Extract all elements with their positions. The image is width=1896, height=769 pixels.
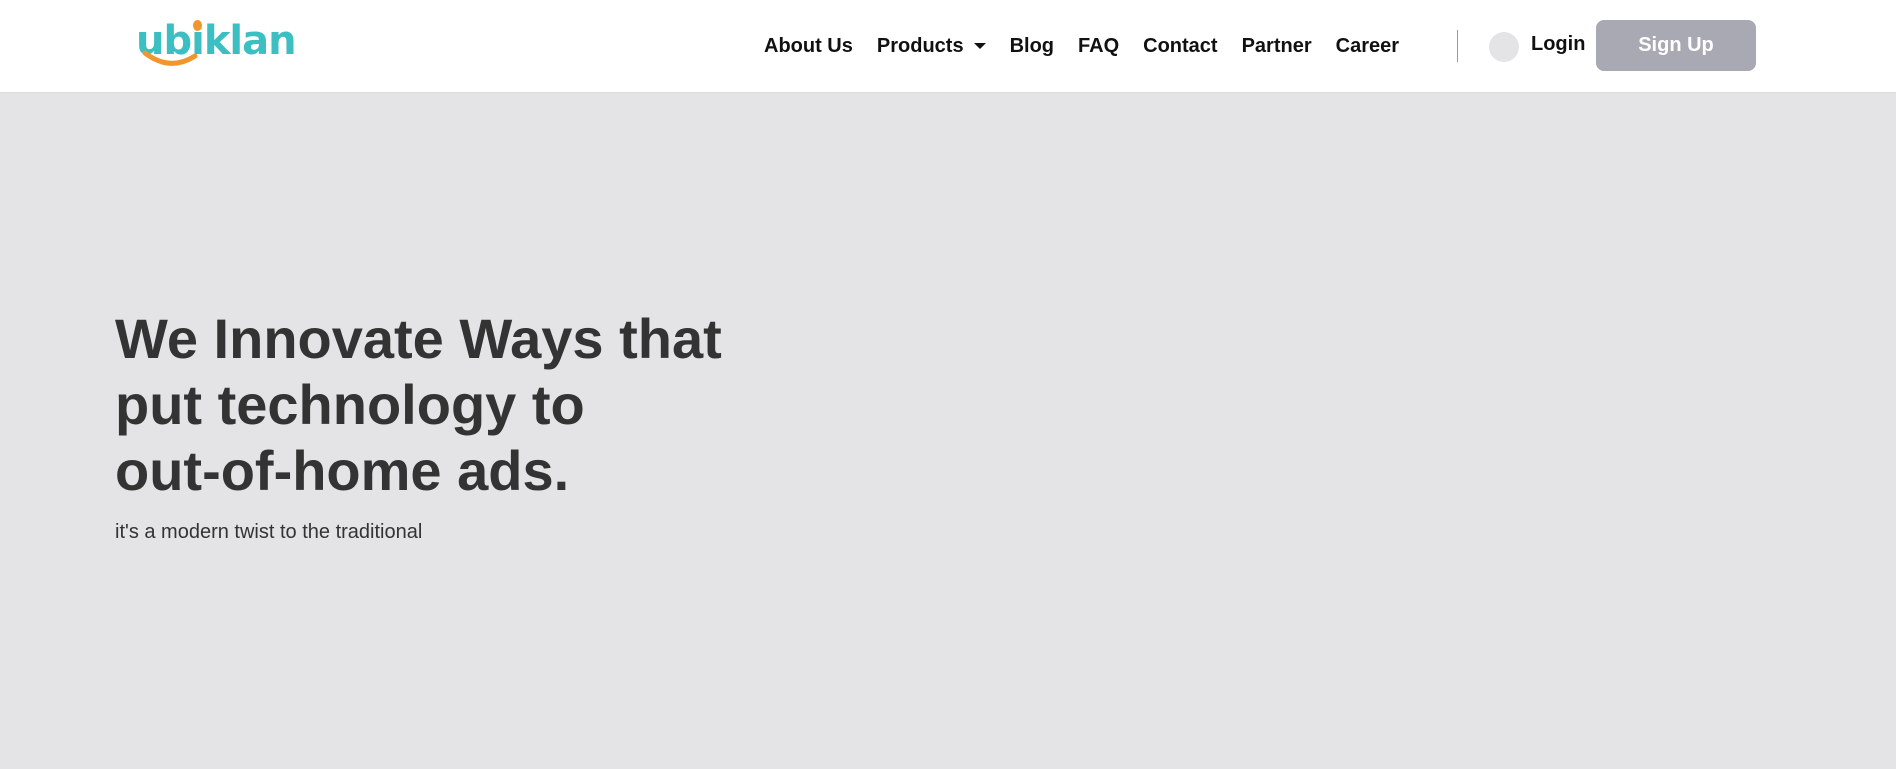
user-avatar-icon[interactable] (1489, 32, 1519, 62)
nav-faq-label: FAQ (1078, 34, 1120, 57)
nav-about-us[interactable]: About Us (764, 35, 853, 58)
nav-contact[interactable]: Contact (1143, 35, 1217, 58)
sign-up-button[interactable]: Sign Up (1596, 20, 1756, 71)
hero-title-line: put technology to (115, 373, 585, 436)
top-navbar: ubiklan About Us Products Blog FAQ Conta… (0, 0, 1896, 92)
logo-smile-icon (142, 50, 198, 66)
nav-about-us-label: About Us (764, 34, 853, 57)
nav-contact-label: Contact (1143, 34, 1218, 57)
login-link[interactable]: Login (1531, 33, 1585, 56)
nav-career-label: Career (1335, 34, 1400, 57)
logo-dot-icon (193, 20, 202, 31)
nav-career[interactable]: Career (1336, 35, 1399, 58)
nav-products-dropdown[interactable]: Products (877, 35, 986, 58)
chevron-down-icon (973, 43, 986, 49)
hero-subtitle: it's a modern twist to the traditional (115, 521, 423, 543)
hero-title: We Innovate Ways that put technology to … (115, 306, 795, 504)
nav-partner[interactable]: Partner (1242, 35, 1312, 58)
ubiklan-logo[interactable]: ubiklan (136, 14, 297, 74)
hero-title-line: out-of-home ads. (115, 439, 570, 502)
nav-partner-label: Partner (1241, 34, 1312, 57)
main-nav: About Us Products Blog FAQ Contact Partn… (764, 0, 1423, 92)
nav-products-label: Products (876, 34, 964, 57)
nav-blog-label: Blog (1009, 34, 1055, 57)
nav-divider (1457, 30, 1458, 62)
nav-faq[interactable]: FAQ (1078, 35, 1119, 58)
nav-blog[interactable]: Blog (1010, 35, 1054, 58)
hero-title-line: We Innovate Ways that (115, 307, 722, 370)
